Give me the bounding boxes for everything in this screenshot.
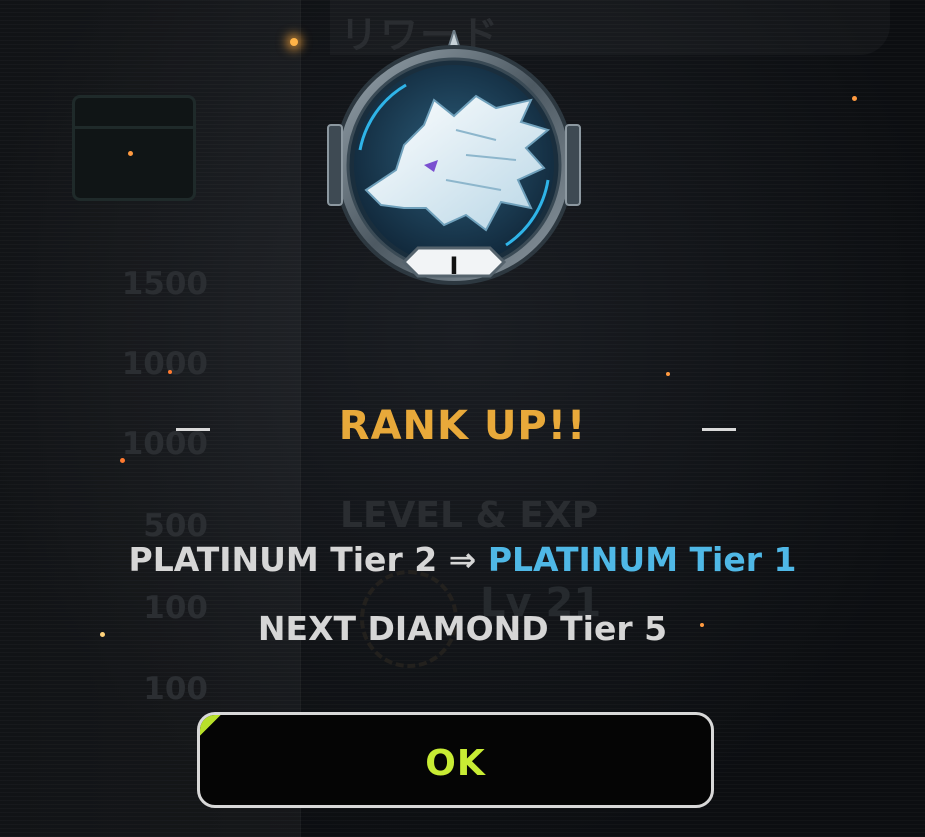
ok-button[interactable]: OK: [197, 712, 714, 808]
rank-emblem: I: [326, 30, 582, 290]
sparkle: [290, 38, 298, 46]
treasure-chest-icon: [72, 95, 196, 201]
background-reward-number: 1500: [121, 266, 208, 302]
sparkle: [666, 372, 670, 376]
sparkle: [168, 370, 172, 374]
sparkle: [852, 96, 857, 101]
next-rank-line: NEXT DIAMOND Tier 5: [257, 609, 668, 648]
sparkle: [128, 151, 133, 156]
from-rank: PLATINUM Tier 2: [128, 540, 438, 579]
background-level-title: LEVEL & EXP: [340, 495, 599, 536]
sparkle: [120, 458, 125, 463]
background-reward-number: 500: [143, 508, 208, 544]
tier-roman-label: I: [449, 252, 459, 280]
rank-change-line: PLATINUM Tier 2 ⇒ PLATINUM Tier 1: [0, 540, 925, 579]
rank-up-title: RANK UP!!: [338, 403, 587, 449]
background-reward-number: 1000: [121, 346, 208, 382]
background-reward-number: 100: [143, 671, 208, 707]
to-rank: PLATINUM Tier 1: [487, 540, 797, 579]
title-right-dash: [702, 428, 736, 431]
ok-button-label: OK: [425, 743, 486, 784]
wolf-icon: [327, 30, 581, 285]
arrow-icon: ⇒: [448, 540, 477, 579]
